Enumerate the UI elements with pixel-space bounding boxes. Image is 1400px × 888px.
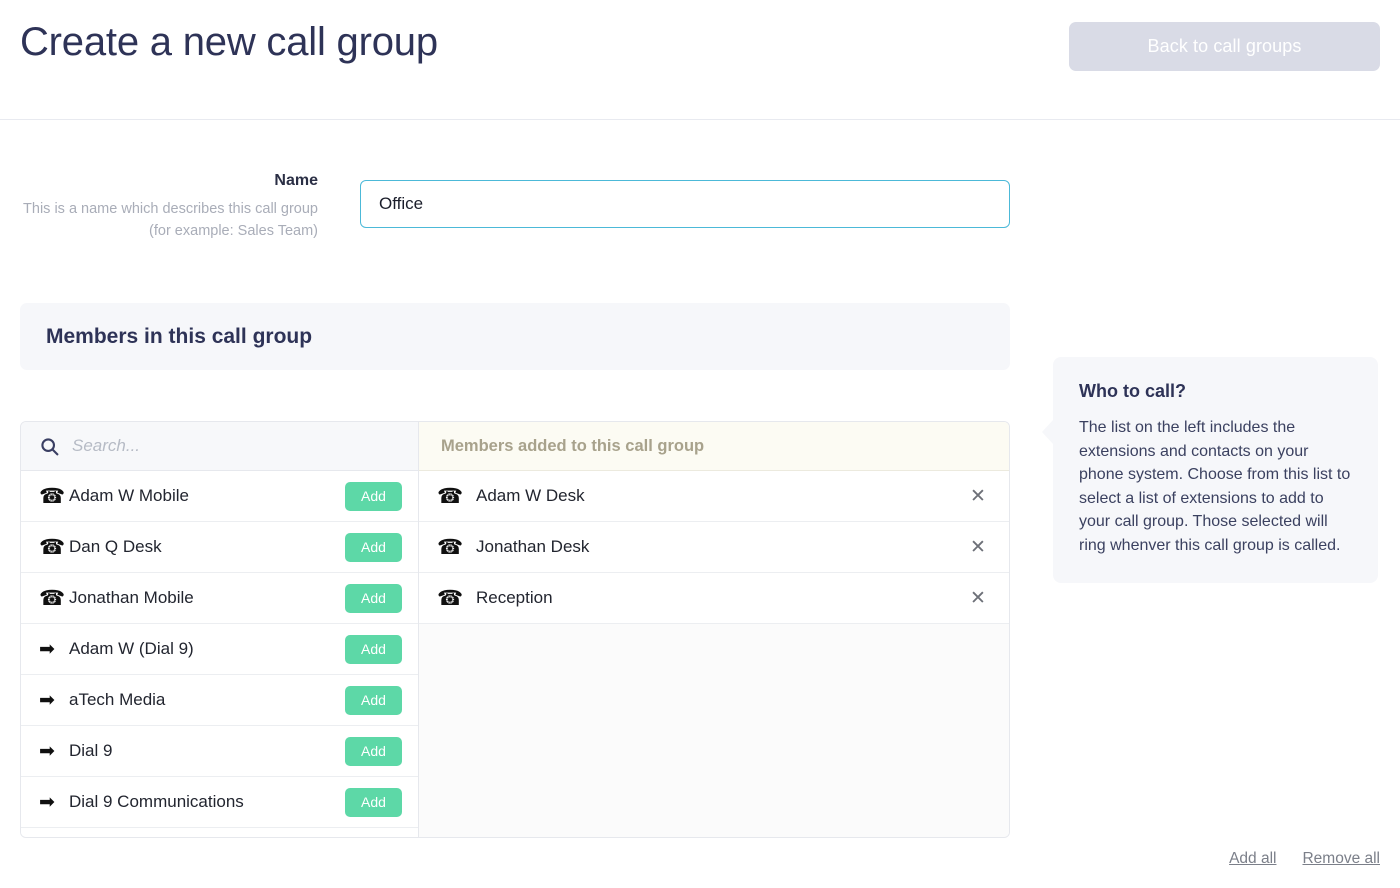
search-row[interactable] [21, 422, 418, 471]
name-help-text: This is a name which describes this call… [23, 201, 318, 239]
info-panel: Who to call? The list on the left includ… [1042, 357, 1378, 583]
list-item[interactable]: ➡ Dial 9 Add [21, 726, 418, 777]
add-member-button[interactable]: Add [345, 736, 402, 766]
arrow-right-icon: ➡ [39, 740, 55, 762]
list-item[interactable]: ☎ Adam W Desk ✕ [419, 471, 1009, 522]
added-members-list: ☎ Adam W Desk ✕ ☎ Jonathan Desk ✕ ☎ Reception ✕ [419, 471, 1009, 624]
phone-icon: ☎ [437, 535, 464, 559]
list-footer: Add all Remove all [1229, 850, 1380, 868]
list-item[interactable]: ☎ Reception ✕ [419, 573, 1009, 624]
list-item[interactable]: ➡ Dial 9 Communications Add [21, 777, 418, 828]
list-item[interactable]: ☎ Jonathan Mobile Add [21, 573, 418, 624]
add-member-button[interactable]: Add [345, 583, 402, 613]
page-header: Create a new call group Back to call gro… [0, 0, 1400, 120]
phone-icon: ☎ [39, 586, 66, 610]
list-item-partial [21, 828, 418, 837]
available-members-pane: ☎Adam W MobileAdd☎Dan Q DeskAdd☎Jonathan… [21, 422, 419, 837]
list-item-label: Jonathan Desk [476, 537, 590, 556]
arrow-right-icon: ➡ [39, 638, 55, 660]
list-item[interactable]: ➡ aTech Media Add [21, 675, 418, 726]
arrow-right-icon: ➡ [39, 791, 55, 813]
list-item-label: Adam W Desk [476, 486, 585, 505]
info-panel-body: The list on the left includes the extens… [1079, 419, 1351, 554]
close-icon[interactable]: ✕ [963, 583, 993, 613]
add-member-button[interactable]: Add [345, 787, 402, 817]
add-member-button[interactable]: Add [345, 532, 402, 562]
arrow-right-icon: ➡ [39, 689, 55, 711]
phone-icon: ☎ [437, 484, 464, 508]
info-panel-title: Who to call? [1079, 381, 1186, 401]
page-title: Create a new call group [20, 20, 438, 64]
list-item[interactable]: ☎ Jonathan Desk ✕ [419, 522, 1009, 573]
list-item-label: Adam W (Dial 9) [69, 639, 194, 658]
phone-icon: ☎ [39, 535, 66, 559]
name-input[interactable] [360, 180, 1010, 228]
add-member-button[interactable]: Add [345, 481, 402, 511]
members-section-title: Members in this call group [46, 324, 313, 348]
name-field-label-column: Name This is a name which describes this… [0, 170, 318, 242]
close-icon[interactable]: ✕ [963, 481, 993, 511]
list-item[interactable]: ☎ Adam W Mobile Add [21, 471, 418, 522]
member-picker: ☎Adam W MobileAdd☎Dan Q DeskAdd☎Jonathan… [20, 421, 1010, 838]
list-item-label: Dial 9 [69, 741, 113, 760]
list-item-label: Reception [476, 588, 553, 607]
members-section-header: Members in this call group [20, 303, 1010, 370]
list-item[interactable]: ☎ Dan Q Desk Add [21, 522, 418, 573]
list-item[interactable]: ➡ Adam W (Dial 9) Add [21, 624, 418, 675]
add-all-link[interactable]: Add all [1229, 850, 1276, 868]
added-members-pane: Members added to this call group ☎ Adam W… [419, 422, 1009, 837]
list-item-label: aTech Media [69, 690, 166, 709]
back-to-call-groups-button[interactable]: Back to call groups [1069, 22, 1380, 71]
available-members-list: ☎ Adam W Mobile Add ☎ Dan Q Desk Add ☎ Jonathan… [21, 471, 418, 828]
add-member-button[interactable]: Add [345, 685, 402, 715]
list-item-label: Adam W Mobile [69, 486, 189, 505]
added-members-header-label: Members added to this call group [441, 436, 705, 455]
add-member-button[interactable]: Add [345, 634, 402, 664]
close-icon[interactable]: ✕ [963, 532, 993, 562]
info-panel-notch [1042, 419, 1054, 445]
phone-icon: ☎ [39, 484, 66, 508]
list-item-label: Dial 9 Communications [69, 792, 244, 811]
list-item-label: Jonathan Mobile [69, 588, 194, 607]
added-members-header: Members added to this call group [419, 422, 1009, 471]
name-label: Name [274, 172, 318, 189]
phone-icon: ☎ [437, 586, 464, 610]
search-input[interactable] [72, 436, 372, 456]
search-icon [39, 436, 60, 457]
list-item-label: Dan Q Desk [69, 537, 162, 556]
remove-all-link[interactable]: Remove all [1302, 850, 1380, 868]
